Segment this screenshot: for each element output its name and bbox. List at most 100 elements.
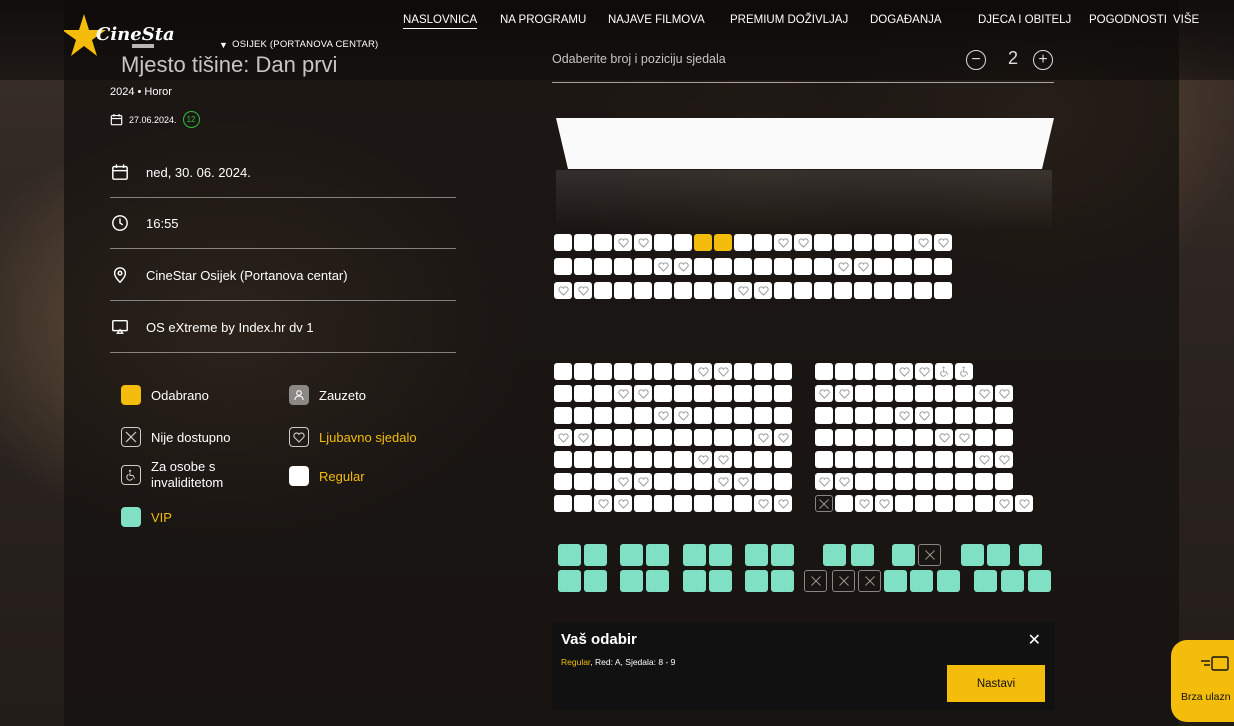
seat-regular[interactable] <box>814 258 832 275</box>
seat-love[interactable] <box>614 385 632 402</box>
seat-regular[interactable] <box>554 495 572 512</box>
seat-vip[interactable] <box>620 570 643 592</box>
seat-love[interactable] <box>634 385 652 402</box>
seat-vip[interactable] <box>683 544 706 566</box>
seat-regular[interactable] <box>614 282 632 299</box>
seat-regular[interactable] <box>995 407 1013 424</box>
seat-regular[interactable] <box>674 282 692 299</box>
seat-regular[interactable] <box>774 385 792 402</box>
seat-love[interactable] <box>995 451 1013 468</box>
seat-regular[interactable] <box>734 451 752 468</box>
seat-regular[interactable] <box>935 385 953 402</box>
seat-regular[interactable] <box>634 258 652 275</box>
seat-vip[interactable] <box>937 570 960 592</box>
seat-love[interactable] <box>815 473 833 490</box>
seat-vip[interactable] <box>558 544 581 566</box>
seat-vip[interactable] <box>709 544 732 566</box>
seat-love[interactable] <box>694 363 712 380</box>
seat-love[interactable] <box>554 429 572 446</box>
seat-regular[interactable] <box>814 282 832 299</box>
seat-regular[interactable] <box>754 258 772 275</box>
seat-regular[interactable] <box>874 282 892 299</box>
seat-regular[interactable] <box>754 234 772 251</box>
seat-regular[interactable] <box>734 495 752 512</box>
seat-regular[interactable] <box>955 473 973 490</box>
seat-love[interactable] <box>714 363 732 380</box>
continue-button[interactable]: Nastavi <box>947 665 1045 702</box>
seat-love[interactable] <box>995 495 1013 512</box>
seat-regular[interactable] <box>574 473 592 490</box>
seat-regular[interactable] <box>815 429 833 446</box>
seat-regular[interactable] <box>714 407 732 424</box>
seat-regular[interactable] <box>875 451 893 468</box>
seat-love[interactable] <box>914 234 932 251</box>
seat-selected[interactable] <box>714 234 732 251</box>
seat-love[interactable] <box>854 258 872 275</box>
seat-love[interactable] <box>875 495 893 512</box>
seat-regular[interactable] <box>855 429 873 446</box>
seat-regular[interactable] <box>614 363 632 380</box>
seat-regular[interactable] <box>634 282 652 299</box>
seat-regular[interactable] <box>654 282 672 299</box>
seat-regular[interactable] <box>674 363 692 380</box>
seat-regular[interactable] <box>754 473 772 490</box>
seat-love[interactable] <box>834 258 852 275</box>
seat-regular[interactable] <box>875 407 893 424</box>
seat-regular[interactable] <box>654 385 672 402</box>
seat-regular[interactable] <box>574 451 592 468</box>
seat-love[interactable] <box>915 363 933 380</box>
seat-vip[interactable] <box>974 570 997 592</box>
seat-selected[interactable] <box>694 234 712 251</box>
seat-love[interactable] <box>674 407 692 424</box>
seat-regular[interactable] <box>915 451 933 468</box>
seat-regular[interactable] <box>915 429 933 446</box>
seat-regular[interactable] <box>975 495 993 512</box>
seat-love[interactable] <box>995 385 1013 402</box>
seat-love[interactable] <box>935 429 953 446</box>
seat-regular[interactable] <box>754 451 772 468</box>
seat-regular[interactable] <box>734 363 752 380</box>
seat-regular[interactable] <box>955 407 973 424</box>
seat-regular[interactable] <box>554 363 572 380</box>
seat-regular[interactable] <box>594 451 612 468</box>
seat-regular[interactable] <box>654 234 672 251</box>
seat-love[interactable] <box>774 495 792 512</box>
seat-regular[interactable] <box>674 495 692 512</box>
seat-love[interactable] <box>955 429 973 446</box>
seat-regular[interactable] <box>634 363 652 380</box>
seat-regular[interactable] <box>955 385 973 402</box>
seat-regular[interactable] <box>875 363 893 380</box>
seat-regular[interactable] <box>794 282 812 299</box>
seat-regular[interactable] <box>895 451 913 468</box>
seat-vip[interactable] <box>884 570 907 592</box>
seat-regular[interactable] <box>554 473 572 490</box>
seat-regular[interactable] <box>835 407 853 424</box>
seat-vip[interactable] <box>1019 544 1042 566</box>
seat-regular[interactable] <box>594 282 612 299</box>
seat-regular[interactable] <box>854 282 872 299</box>
seat-regular[interactable] <box>654 429 672 446</box>
seat-regular[interactable] <box>834 282 852 299</box>
seat-regular[interactable] <box>594 234 612 251</box>
seat-regular[interactable] <box>855 385 873 402</box>
seat-love[interactable] <box>895 407 913 424</box>
seat-love[interactable] <box>975 451 993 468</box>
seat-love[interactable] <box>934 234 952 251</box>
seat-regular[interactable] <box>614 451 632 468</box>
seat-vip[interactable] <box>646 570 669 592</box>
seat-love[interactable] <box>614 495 632 512</box>
seat-love[interactable] <box>895 363 913 380</box>
seat-love[interactable] <box>774 429 792 446</box>
seat-love[interactable] <box>815 385 833 402</box>
seat-vip[interactable] <box>771 544 794 566</box>
nav-item-pogodnosti[interactable]: POGODNOSTI <box>1089 14 1167 26</box>
seat-regular[interactable] <box>975 429 993 446</box>
seat-regular[interactable] <box>895 385 913 402</box>
nav-item-najave-filmova[interactable]: NAJAVE FILMOVA <box>608 14 705 26</box>
seat-regular[interactable] <box>754 385 772 402</box>
seat-regular[interactable] <box>674 451 692 468</box>
seat-love[interactable] <box>554 282 572 299</box>
seat-regular[interactable] <box>654 451 672 468</box>
seat-vip[interactable] <box>910 570 933 592</box>
seat-regular[interactable] <box>594 258 612 275</box>
